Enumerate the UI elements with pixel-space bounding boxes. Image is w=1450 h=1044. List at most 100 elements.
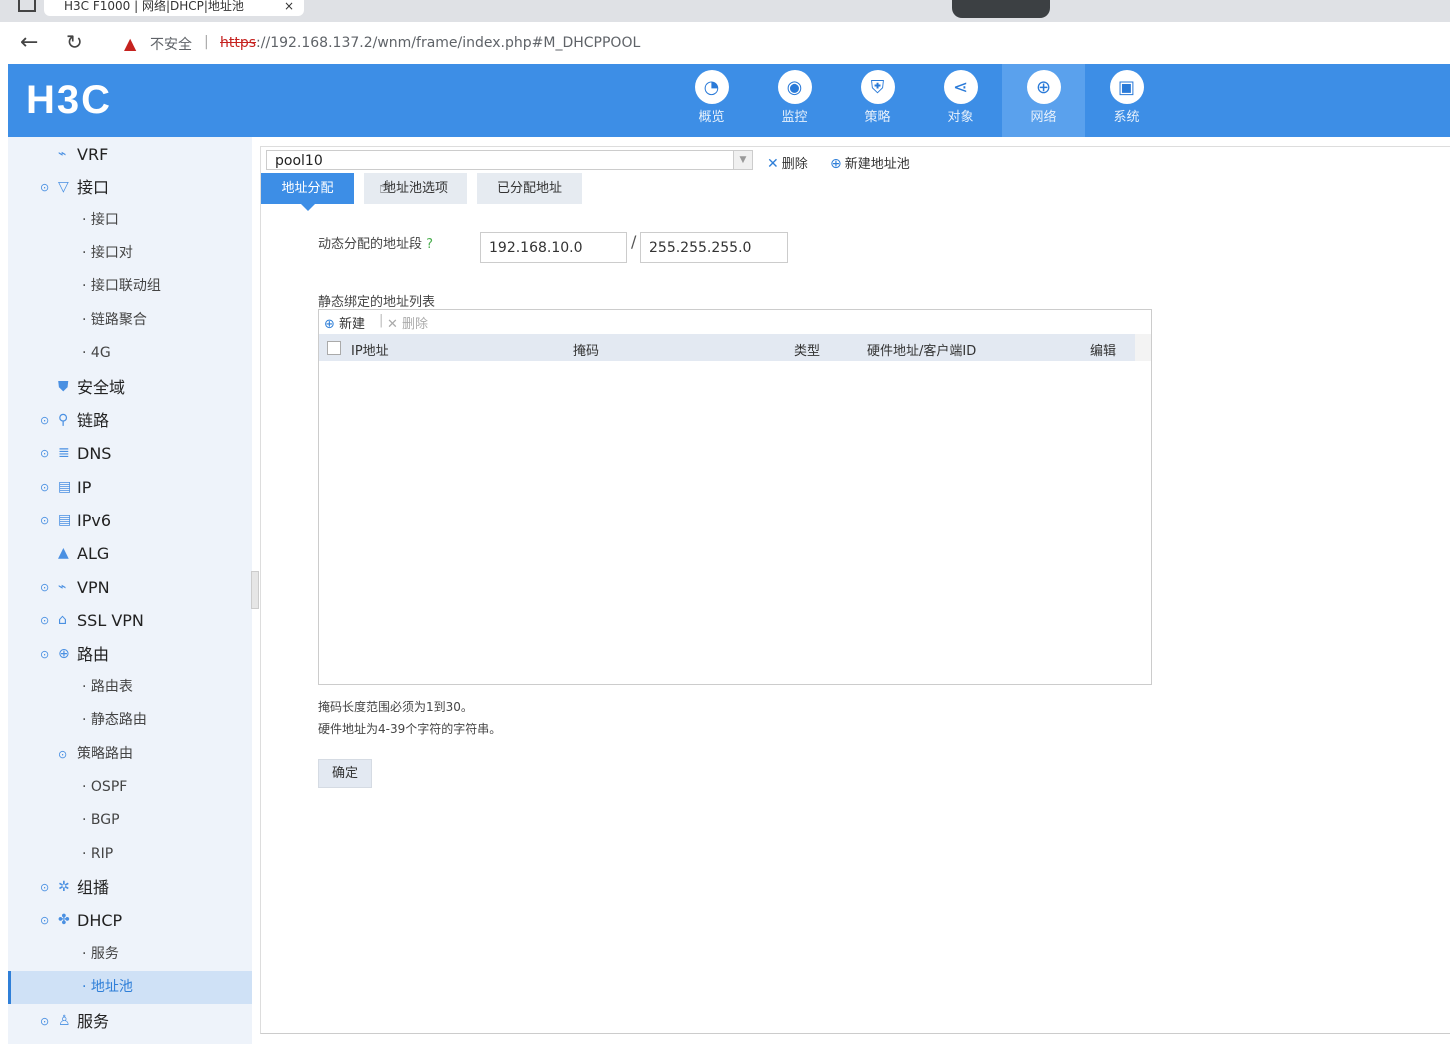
- sidebar-item-dns[interactable]: ⊙ ≣ DNS: [8, 437, 252, 470]
- sidebar-item-interface[interactable]: · 接口: [8, 204, 252, 237]
- address-bar: ← ↻ ▲ 不安全 | https://192.168.137.2/wnm/fr…: [0, 22, 1450, 64]
- back-icon[interactable]: ←: [20, 30, 38, 55]
- expand-toggle-icon[interactable]: ⊙: [40, 171, 49, 204]
- expand-toggle-icon[interactable]: ⊙: [40, 604, 49, 637]
- sidebar-item-dhcp-service[interactable]: · 服务: [8, 938, 252, 971]
- expand-toggle-icon[interactable]: ⊙: [40, 437, 49, 470]
- nav-system[interactable]: ▣ 系统: [1085, 64, 1168, 137]
- sidebar-item-rip[interactable]: · RIP: [8, 838, 252, 871]
- sidebar-item-multicast[interactable]: ⊙ ✲ 组播: [8, 871, 252, 904]
- tab-close-icon[interactable]: ×: [284, 0, 294, 12]
- sidebar-item-label: 安全域: [77, 378, 126, 397]
- col-type[interactable]: 类型: [794, 340, 820, 359]
- expand-toggle-icon[interactable]: ⊙: [40, 571, 49, 604]
- col-edit[interactable]: 编辑: [1090, 340, 1116, 359]
- grid-delete-label: 删除: [402, 317, 429, 332]
- sidebar-item-policy-route[interactable]: ⊙ 策略路由: [8, 738, 252, 771]
- sidebar-item-label: 策略路由: [77, 746, 133, 762]
- h3c-logo: H3C: [26, 78, 113, 122]
- nav-object[interactable]: ⋖ 对象: [919, 64, 1002, 137]
- sidebar-item-text: 服务: [90, 946, 119, 962]
- col-ip[interactable]: IP地址: [351, 340, 389, 359]
- shield-icon: ⛨: [860, 70, 895, 104]
- expand-toggle-icon[interactable]: ⊙: [40, 404, 49, 437]
- browser-profile-pill[interactable]: [952, 0, 1050, 18]
- sidebar-item-vrf[interactable]: ⌁ VRF: [8, 138, 252, 171]
- sidebar-item-dhcp[interactable]: ⊙ ✤ DHCP: [8, 904, 252, 937]
- nav-label: 概览: [698, 110, 725, 125]
- globe-icon: ⊕: [1026, 70, 1061, 104]
- sidebar-item-label: · 地址池: [82, 979, 133, 995]
- sidebar-item-label: · 服务: [82, 946, 119, 962]
- nav-overview[interactable]: ◔ 概览: [670, 64, 753, 137]
- browser-tab[interactable]: H3C F1000 | 网络|DHCP|地址池 ×: [44, 0, 304, 16]
- expand-toggle-icon[interactable]: ⊙: [40, 904, 49, 937]
- sidebar-item-label: VRF: [77, 145, 109, 164]
- sidebar-item-routing-table[interactable]: · 路由表: [8, 671, 252, 704]
- nav-network[interactable]: ⊕ 网络: [1002, 64, 1085, 137]
- col-hw-address[interactable]: 硬件地址/客户端ID: [867, 340, 976, 359]
- help-icon[interactable]: ?: [426, 237, 433, 252]
- reload-icon[interactable]: ↻: [66, 30, 83, 54]
- sidebar-splitter[interactable]: [251, 571, 259, 609]
- ok-button[interactable]: 确定: [318, 759, 372, 788]
- grid-header-end: [1135, 334, 1151, 361]
- dynamic-range-label: 动态分配的地址段 ?: [318, 233, 433, 252]
- sidebar-item-label: · 接口联动组: [82, 278, 161, 294]
- nav-policy[interactable]: ⛨ 策略: [836, 64, 919, 137]
- sidebar-item-alg[interactable]: ▲ ALG: [8, 537, 252, 570]
- expand-toggle-icon[interactable]: ⊙: [58, 738, 67, 771]
- expand-toggle-icon[interactable]: ⊙: [40, 871, 49, 904]
- warning-icon[interactable]: ▲: [124, 34, 136, 53]
- sidebar-item-interface-link-group[interactable]: · 接口联动组: [8, 270, 252, 303]
- select-all-checkbox[interactable]: [327, 341, 341, 355]
- top-nav: ◔ 概览 ◉ 监控 ⛨ 策略 ⋖ 对象 ⊕ 网络 ▣ 系统: [670, 64, 1168, 137]
- ssl-vpn-icon: ⌂: [58, 612, 67, 628]
- delete-pool-button[interactable]: ✕ 删除: [767, 153, 808, 172]
- sidebar-item-interface-pair[interactable]: · 接口对: [8, 237, 252, 270]
- window-menu-icon[interactable]: [18, 0, 36, 12]
- mask-field[interactable]: 255.255.255.0: [640, 232, 788, 263]
- sidebar-item-routing[interactable]: ⊙ ⊕ 路由: [8, 638, 252, 671]
- sidebar-item-label: · 静态路由: [82, 712, 147, 728]
- grid-new-button[interactable]: ⊕ 新建: [324, 313, 365, 332]
- chevron-down-icon[interactable]: ▼: [733, 151, 752, 169]
- delete-pool-label: 删除: [781, 157, 808, 172]
- pool-select[interactable]: pool10 ▼: [266, 150, 753, 170]
- expand-toggle-icon[interactable]: ⊙: [40, 1005, 49, 1038]
- expand-toggle-icon[interactable]: ⊙: [40, 471, 49, 504]
- sidebar-item-ospf[interactable]: · OSPF: [8, 771, 252, 804]
- sidebar-item-text: BGP: [90, 812, 120, 828]
- sidebar-item-ip[interactable]: ⊙ ▤ IP: [8, 471, 252, 504]
- sidebar-item-link[interactable]: ⊙ ⚲ 链路: [8, 404, 252, 437]
- static-binding-label: 静态绑定的地址列表: [318, 295, 436, 310]
- sidebar-item-address-pool[interactable]: · 地址池: [8, 971, 252, 1004]
- nav-monitor[interactable]: ◉ 监控: [753, 64, 836, 137]
- col-mask[interactable]: 掩码: [573, 340, 599, 359]
- tab-allocated-addresses[interactable]: 已分配地址: [477, 173, 582, 204]
- new-pool-button[interactable]: ⊕ 新建地址池: [830, 153, 910, 172]
- sidebar-item-4g[interactable]: · 4G: [8, 337, 252, 370]
- ip-address-field[interactable]: 192.168.10.0: [480, 232, 627, 263]
- expand-toggle-icon[interactable]: ⊙: [40, 638, 49, 671]
- grid-delete-button[interactable]: ✕ 删除: [387, 313, 428, 332]
- url-field[interactable]: https://192.168.137.2/wnm/frame/index.ph…: [220, 35, 640, 51]
- sidebar-item-interface-group[interactable]: ⊙ ▽ 接口: [8, 171, 252, 204]
- sidebar-item-ipv6[interactable]: ⊙ ▤ IPv6: [8, 504, 252, 537]
- sidebar-item-label: · 接口: [82, 212, 119, 228]
- tab-address-allocation[interactable]: 地址分配: [261, 173, 354, 211]
- sidebar-item-security-zone[interactable]: ⛊ 安全域: [8, 371, 252, 404]
- sidebar-item-bgp[interactable]: · BGP: [8, 804, 252, 837]
- sidebar-item-services[interactable]: ⊙ ♙ 服务: [8, 1005, 252, 1038]
- sidebar-item-label: · 路由表: [82, 679, 133, 695]
- sidebar-item-vpn[interactable]: ⊙ ⌁ VPN: [8, 571, 252, 604]
- insecure-label[interactable]: 不安全: [150, 34, 192, 54]
- sidebar-item-text: 链路聚合: [90, 312, 147, 328]
- sidebar-item-static-route[interactable]: · 静态路由: [8, 704, 252, 737]
- ipv6-icon: ▤: [58, 512, 72, 528]
- sidebar-item-link-aggregation[interactable]: · 链路聚合: [8, 304, 252, 337]
- expand-toggle-icon[interactable]: ⊙: [40, 504, 49, 537]
- sidebar-item-ssl-vpn[interactable]: ⊙ ⌂ SSL VPN: [8, 604, 252, 637]
- new-pool-label: 新建地址池: [844, 157, 910, 172]
- vrf-icon: ⌁: [58, 146, 67, 162]
